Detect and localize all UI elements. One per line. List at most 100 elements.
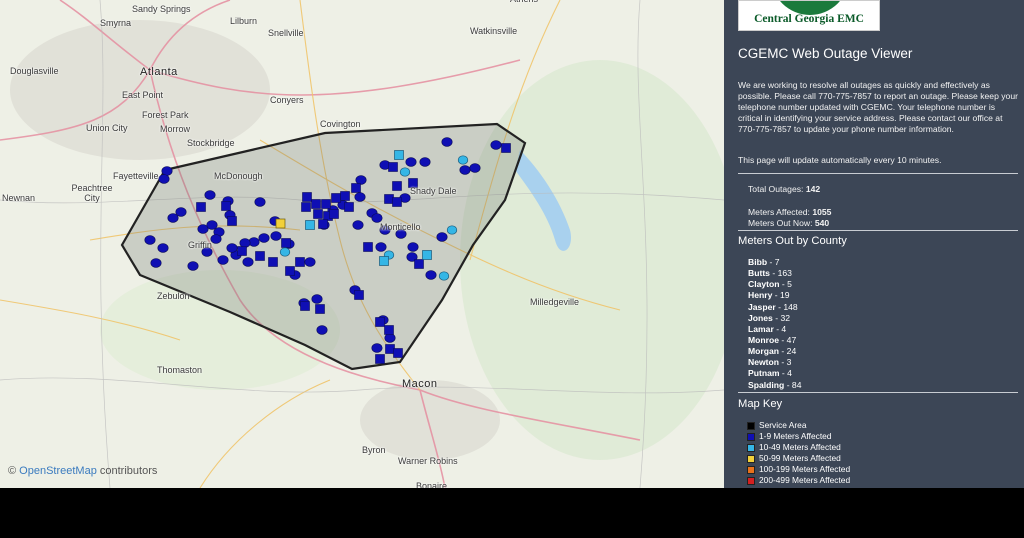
outage-marker[interactable]	[379, 256, 389, 266]
outage-marker[interactable]	[394, 150, 404, 160]
outage-marker[interactable]	[331, 193, 341, 203]
outage-marker[interactable]	[221, 201, 231, 211]
county-count: - 32	[775, 312, 791, 323]
outage-marker[interactable]	[275, 218, 286, 229]
outage-marker[interactable]	[157, 243, 169, 253]
county-count: - 84	[786, 379, 802, 390]
city-label: Sandy Springs	[132, 4, 191, 14]
outage-marker[interactable]	[161, 166, 173, 176]
outage-marker[interactable]	[385, 344, 395, 354]
outage-marker[interactable]	[363, 242, 373, 252]
outage-marker[interactable]	[316, 325, 328, 335]
outage-marker[interactable]	[459, 165, 471, 175]
outage-marker[interactable]	[315, 304, 325, 314]
outage-marker[interactable]	[425, 270, 437, 280]
city-label: Lilburn	[230, 16, 258, 26]
outage-marker[interactable]	[354, 290, 364, 300]
outage-marker[interactable]	[281, 238, 291, 248]
outage-marker[interactable]	[384, 325, 394, 335]
outage-marker[interactable]	[302, 192, 312, 202]
outage-marker[interactable]	[340, 191, 350, 201]
outage-marker[interactable]	[469, 163, 481, 173]
county-item: Morgan - 24	[748, 346, 802, 357]
outage-marker[interactable]	[300, 301, 310, 311]
outage-marker[interactable]	[237, 246, 247, 256]
outage-marker[interactable]	[217, 255, 229, 265]
outage-marker[interactable]	[226, 243, 238, 253]
outage-marker[interactable]	[422, 250, 432, 260]
outage-marker[interactable]	[419, 157, 431, 167]
outage-marker[interactable]	[384, 194, 394, 204]
outage-marker[interactable]	[242, 257, 254, 267]
outage-marker[interactable]	[305, 220, 315, 230]
outage-marker[interactable]	[351, 183, 361, 193]
outage-marker[interactable]	[268, 257, 278, 267]
outage-marker[interactable]	[375, 354, 385, 364]
outage-marker[interactable]	[304, 257, 316, 267]
outage-marker[interactable]	[301, 202, 311, 212]
outage-marker[interactable]	[204, 190, 216, 200]
outage-marker[interactable]	[279, 247, 291, 257]
outage-marker[interactable]	[490, 140, 502, 150]
county-name: Lamar	[748, 323, 774, 334]
outage-map[interactable]: Sandy Springs Lilburn Smyrna Snellville Watk…	[0, 0, 724, 488]
city-label: Bonaire	[416, 481, 448, 488]
outage-marker[interactable]	[311, 294, 323, 304]
outage-marker[interactable]	[254, 197, 266, 207]
outage-marker[interactable]	[375, 317, 385, 327]
outage-marker[interactable]	[393, 348, 403, 358]
outage-marker[interactable]	[258, 233, 270, 243]
outage-marker[interactable]	[255, 251, 265, 261]
city-label: Atlanta	[140, 66, 178, 78]
map-canvas[interactable]	[0, 0, 724, 488]
outage-marker[interactable]	[144, 235, 156, 245]
outage-marker[interactable]	[295, 257, 305, 267]
outage-marker[interactable]	[196, 202, 206, 212]
outage-marker[interactable]	[501, 143, 511, 153]
key-label: 100-199 Meters Affected	[759, 464, 851, 474]
outage-marker[interactable]	[344, 202, 354, 212]
outage-marker[interactable]	[318, 219, 328, 229]
outage-marker[interactable]	[355, 175, 367, 185]
city-label: Byron	[362, 445, 386, 455]
outage-marker[interactable]	[206, 220, 218, 230]
outage-marker[interactable]	[270, 231, 282, 241]
outage-marker[interactable]	[352, 220, 364, 230]
outage-marker[interactable]	[438, 271, 450, 281]
outage-marker[interactable]	[175, 207, 187, 217]
outage-marker[interactable]	[150, 258, 162, 268]
outage-marker[interactable]	[399, 167, 411, 177]
outage-marker[interactable]	[285, 266, 295, 276]
outage-marker[interactable]	[375, 242, 387, 252]
outage-marker[interactable]	[313, 209, 323, 219]
outage-marker[interactable]	[167, 213, 179, 223]
outage-marker[interactable]	[407, 242, 419, 252]
outage-marker[interactable]	[187, 261, 199, 271]
refresh-note: This page will update automatically ever…	[738, 155, 942, 165]
city-label: Newnan	[2, 193, 36, 203]
outage-marker[interactable]	[158, 174, 170, 184]
openstreetmap-link[interactable]: OpenStreetMap	[19, 465, 97, 477]
outage-marker[interactable]	[392, 181, 402, 191]
outage-marker[interactable]	[446, 225, 458, 235]
outage-marker[interactable]	[329, 209, 339, 219]
outage-marker[interactable]	[441, 137, 453, 147]
outage-marker[interactable]	[392, 197, 402, 207]
key-label: 1-9 Meters Affected	[759, 431, 832, 441]
outage-marker[interactable]	[354, 192, 366, 202]
outage-marker[interactable]	[371, 343, 383, 353]
outage-marker[interactable]	[405, 157, 417, 167]
city-label: Forest Park	[142, 110, 189, 120]
outage-marker[interactable]	[227, 216, 237, 226]
outage-marker[interactable]	[457, 155, 469, 165]
outage-marker[interactable]	[321, 199, 331, 209]
outage-marker[interactable]	[384, 333, 396, 343]
outage-marker[interactable]	[210, 234, 222, 244]
county-name: Newton	[748, 357, 780, 368]
outage-marker[interactable]	[436, 232, 448, 242]
meters-out-now: Meters Out Now: 540	[748, 218, 830, 228]
outage-marker[interactable]	[414, 259, 424, 269]
outage-marker[interactable]	[311, 199, 321, 209]
outage-marker[interactable]	[388, 162, 398, 172]
outage-marker[interactable]	[239, 238, 251, 248]
